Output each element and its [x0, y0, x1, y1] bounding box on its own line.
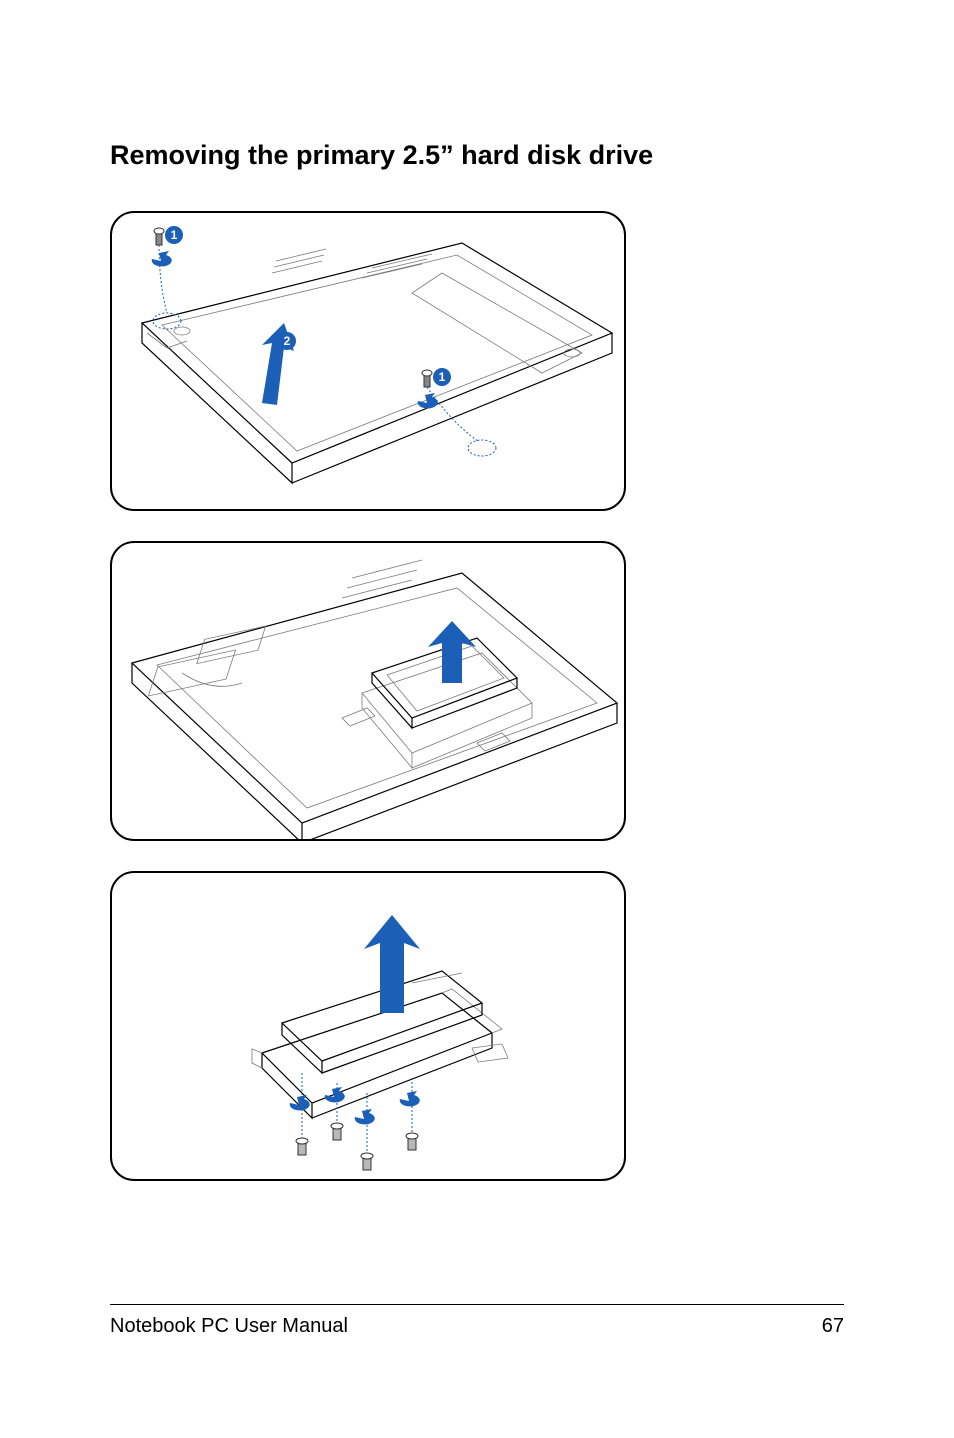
page-footer: Notebook PC User Manual 67 [0, 1304, 954, 1338]
step-panel-2 [110, 541, 626, 841]
screw-group [290, 1073, 420, 1170]
illustration-panels: 1 1 2 [110, 211, 844, 1181]
up-arrow-icon [364, 915, 420, 1013]
callout-1b: 1 [439, 370, 446, 384]
screw-icon [154, 228, 164, 245]
step-panel-3 [110, 871, 626, 1181]
callout-2: 2 [284, 334, 291, 348]
section-heading: Removing the primary 2.5” hard disk driv… [110, 140, 844, 171]
footer-page-number: 67 [822, 1315, 844, 1338]
footer-manual-title: Notebook PC User Manual [110, 1315, 348, 1338]
screw-icon [422, 370, 432, 387]
step-panel-1: 1 1 2 [110, 211, 626, 511]
callout-1a: 1 [171, 228, 178, 242]
